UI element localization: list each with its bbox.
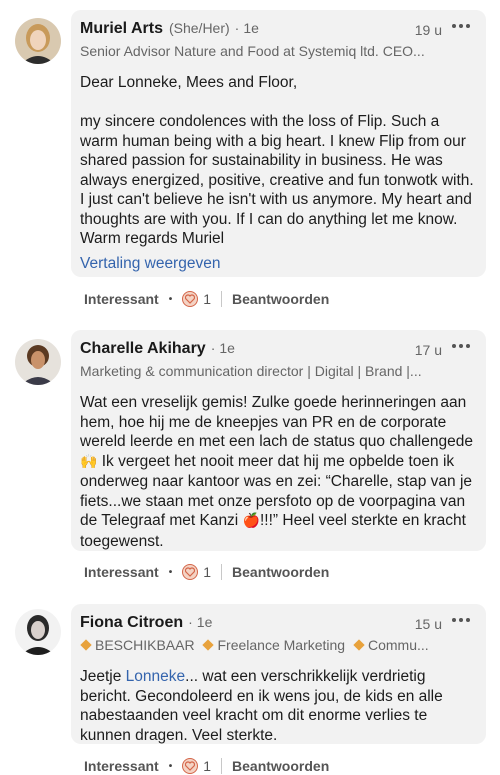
comment-greeting: Dear Lonneke, Mees and Floor, bbox=[80, 74, 298, 91]
connection-degree: 1e bbox=[196, 614, 213, 630]
connection-degree: 1e bbox=[219, 340, 235, 356]
separator: · bbox=[210, 340, 216, 356]
avatar[interactable] bbox=[15, 18, 61, 64]
reaction-count[interactable]: 1 bbox=[203, 564, 211, 580]
dot-separator: • bbox=[168, 293, 173, 305]
comment-actions: Interessant • 1 Beantwoorden bbox=[84, 756, 329, 775]
apple-emoji: 🍎 bbox=[242, 513, 260, 529]
dot-separator: • bbox=[168, 760, 173, 772]
author-pronoun: (She/Her) bbox=[168, 20, 230, 36]
author-headline: Senior Advisor Nature and Food at System… bbox=[80, 43, 425, 59]
heart-reaction-icon[interactable] bbox=[182, 291, 199, 307]
headline-tag: BESCHIKBAAR bbox=[95, 637, 195, 653]
connection-degree: 1e bbox=[243, 20, 259, 36]
divider bbox=[221, 564, 223, 580]
reaction-count[interactable]: 1 bbox=[203, 758, 211, 774]
react-button[interactable]: Interessant bbox=[84, 758, 159, 774]
headline-tag: Commu... bbox=[368, 637, 429, 653]
dot-separator: • bbox=[168, 566, 173, 578]
mention-link[interactable]: Lonneke bbox=[126, 668, 185, 685]
heart-reaction-icon[interactable] bbox=[182, 758, 199, 774]
reply-button[interactable]: Beantwoorden bbox=[232, 564, 329, 580]
comment-text: Dear Lonneke, Mees and Floor, my sincere… bbox=[80, 73, 477, 249]
react-button[interactable]: Interessant bbox=[84, 564, 159, 580]
separator: · bbox=[188, 614, 193, 630]
comment-body: Jeetje Lonneke... wat een verschrikkelij… bbox=[80, 667, 477, 745]
timestamp: 19 u bbox=[414, 22, 442, 38]
avatar[interactable] bbox=[15, 609, 61, 655]
orange-diamond-icon bbox=[80, 639, 92, 651]
reply-button[interactable]: Beantwoorden bbox=[232, 291, 329, 307]
heart-reaction-icon[interactable] bbox=[182, 564, 199, 580]
avatar[interactable] bbox=[15, 339, 61, 385]
author-headline: Marketing & communication director | Dig… bbox=[80, 363, 422, 379]
author-name[interactable]: Fiona Citroen bbox=[80, 614, 183, 632]
reaction-count[interactable]: 1 bbox=[203, 291, 211, 307]
comment-body-part: Jeetje bbox=[80, 668, 126, 685]
orange-diamond-icon bbox=[353, 639, 365, 651]
show-translation-link[interactable]: Vertaling weergeven bbox=[80, 255, 477, 273]
more-horizontal-icon[interactable] bbox=[452, 612, 472, 628]
separator: · bbox=[234, 20, 240, 36]
comment-body: Wat een vreselijk gemis! Zulke goede her… bbox=[80, 393, 477, 551]
more-horizontal-icon[interactable] bbox=[452, 18, 472, 34]
comment-bubble: Charelle Akihary · 1e 17 u Marketing & c… bbox=[71, 330, 486, 551]
comment-actions: Interessant • 1 Beantwoorden bbox=[84, 562, 329, 582]
author-headline: BESCHIKBAAR Freelance Marketing Commu... bbox=[80, 637, 477, 655]
timestamp: 17 u bbox=[414, 342, 442, 358]
divider bbox=[221, 758, 223, 774]
timestamp: 15 u bbox=[414, 616, 442, 632]
author-name[interactable]: Charelle Akihary bbox=[80, 340, 206, 358]
comment-body-part: Wat een vreselijk gemis! Zulke goede her… bbox=[80, 394, 473, 450]
comment-bubble: Fiona Citroen · 1e 15 u BESCHIKBAAR Free… bbox=[71, 604, 486, 744]
comment-bubble: Muriel Arts (She/Her) · 1e 19 u Senior A… bbox=[71, 10, 486, 277]
react-button[interactable]: Interessant bbox=[84, 291, 159, 307]
divider bbox=[221, 291, 223, 307]
author-name[interactable]: Muriel Arts bbox=[80, 20, 163, 38]
more-horizontal-icon[interactable] bbox=[452, 338, 472, 354]
comment-actions: Interessant • 1 Beantwoorden bbox=[84, 289, 329, 309]
reply-button[interactable]: Beantwoorden bbox=[232, 758, 329, 774]
headline-tag: Freelance Marketing bbox=[217, 637, 346, 653]
comment-body: my sincere condolences with the loss of … bbox=[80, 113, 474, 247]
raised-hands-emoji: 🙌 bbox=[80, 453, 98, 470]
orange-diamond-icon bbox=[202, 639, 215, 651]
